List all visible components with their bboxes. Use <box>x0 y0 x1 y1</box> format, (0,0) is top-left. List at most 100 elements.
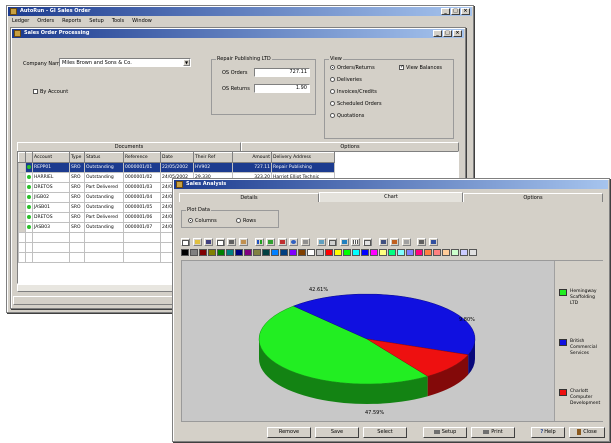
maximize-icon[interactable]: □ <box>443 30 452 37</box>
color-swatch[interactable] <box>370 249 378 256</box>
legend-icon[interactable] <box>339 238 349 246</box>
bar-chart-icon[interactable] <box>254 238 264 246</box>
col-header-account[interactable]: Account <box>32 152 70 163</box>
cut-icon[interactable] <box>227 238 237 246</box>
menu-ledger[interactable]: Ledger <box>12 18 29 24</box>
color-swatch[interactable] <box>208 249 216 256</box>
grid-icon[interactable] <box>351 238 361 246</box>
color-swatch[interactable] <box>352 249 360 256</box>
new-icon[interactable] <box>181 238 190 246</box>
col-header-reference[interactable]: Reference <box>123 152 161 163</box>
color-swatch[interactable] <box>388 249 396 256</box>
chevron-down-icon[interactable]: ▼ <box>183 59 190 66</box>
menu-window[interactable]: Window <box>132 18 152 24</box>
3d-icon[interactable] <box>300 238 310 246</box>
maximize-icon[interactable]: □ <box>451 8 460 15</box>
sales-order-titlebar[interactable]: Sales Order Processing _ □ × <box>12 29 464 38</box>
view-deliveries-radio[interactable]: Deliveries <box>330 77 362 83</box>
color-swatch[interactable] <box>316 249 324 256</box>
minimize-icon[interactable]: _ <box>441 8 450 15</box>
tab-documents[interactable]: Documents <box>17 142 241 151</box>
view-quotations-radio[interactable]: Quotations <box>330 113 364 119</box>
color-swatch[interactable] <box>280 249 288 256</box>
table-icon[interactable] <box>362 238 372 246</box>
save-icon[interactable] <box>204 238 214 246</box>
table-row[interactable]: REPP01 SRO Outstanding 0000001/01 22/05/2002… <box>18 162 335 173</box>
color-swatch[interactable] <box>424 249 432 256</box>
tab-chart[interactable]: Chart <box>319 192 463 202</box>
title-icon[interactable] <box>417 238 427 246</box>
color-swatch[interactable] <box>244 249 252 256</box>
color-swatch[interactable] <box>235 249 243 256</box>
save-button[interactable]: Save <box>315 427 359 438</box>
pie-chart-icon[interactable] <box>289 238 299 246</box>
tab-details[interactable]: Details <box>179 193 319 202</box>
color-swatch[interactable] <box>469 249 477 256</box>
tab-options[interactable]: Options <box>241 142 459 151</box>
color-swatch[interactable] <box>181 249 189 256</box>
color-swatch[interactable] <box>226 249 234 256</box>
minimize-icon[interactable]: _ <box>433 30 442 37</box>
line-chart-icon[interactable] <box>266 238 276 246</box>
col-header-delivery-address[interactable]: Delivery Address <box>271 152 335 163</box>
zoom-icon[interactable] <box>328 238 338 246</box>
menu-setup[interactable]: Setup <box>89 18 104 24</box>
color-swatch[interactable] <box>442 249 450 256</box>
color-swatch[interactable] <box>289 249 297 256</box>
color-swatch[interactable] <box>451 249 459 256</box>
color-swatch[interactable] <box>325 249 333 256</box>
plot-columns-radio[interactable]: Columns <box>188 218 217 224</box>
area-chart-icon[interactable] <box>277 238 287 246</box>
col-header-date[interactable]: Date <box>160 152 194 163</box>
analysis-titlebar[interactable]: Sales Analysis <box>174 180 608 189</box>
color-swatch[interactable] <box>433 249 441 256</box>
color-swatch[interactable] <box>307 249 315 256</box>
paste-icon[interactable] <box>238 238 248 246</box>
on-account-checkbox[interactable]: By Account <box>33 89 68 95</box>
color-swatch[interactable] <box>379 249 387 256</box>
view-scheduled-radio[interactable]: Scheduled Orders <box>330 101 382 107</box>
color-swatch[interactable] <box>262 249 270 256</box>
col-header-status[interactable]: Status <box>84 152 124 163</box>
color-swatch[interactable] <box>406 249 414 256</box>
col-header-their-ref[interactable]: Their Ref <box>193 152 233 163</box>
copy-icon[interactable] <box>215 238 225 246</box>
menu-reports[interactable]: Reports <box>62 18 81 24</box>
border-icon[interactable] <box>401 238 411 246</box>
col-header-type[interactable]: Type <box>69 152 85 163</box>
view-orders-returns-radio[interactable]: Orders/Returns <box>330 65 375 71</box>
color-swatch[interactable] <box>190 249 198 256</box>
main-titlebar[interactable]: AutoRun - GI Sales Order _ □ × <box>8 7 472 16</box>
color-swatch[interactable] <box>217 249 225 256</box>
color-swatch[interactable] <box>415 249 423 256</box>
view-invoices-radio[interactable]: Invoices/Credits <box>330 89 377 95</box>
plot-rows-radio[interactable]: Rows <box>236 218 256 224</box>
company-select[interactable]: Miles Brown and Sons & Co. ▼ <box>59 58 191 67</box>
color-swatch[interactable] <box>271 249 279 256</box>
close-button[interactable]: Close <box>569 427 605 438</box>
tab-options[interactable]: Options <box>463 193 603 202</box>
color-swatch[interactable] <box>253 249 261 256</box>
remove-button[interactable]: Remove <box>267 427 311 438</box>
color-swatch[interactable] <box>460 249 468 256</box>
color-swatch[interactable] <box>298 249 306 256</box>
view-balances-checkbox[interactable]: ✓ View Balances <box>399 65 442 71</box>
color-swatch[interactable] <box>397 249 405 256</box>
rotate-icon[interactable] <box>316 238 326 246</box>
open-icon[interactable] <box>192 238 202 246</box>
color-icon[interactable] <box>390 238 400 246</box>
close-icon[interactable]: × <box>461 8 470 15</box>
color-swatch[interactable] <box>199 249 207 256</box>
help-button[interactable]: ?Help <box>531 427 565 438</box>
close-icon[interactable]: × <box>453 30 462 37</box>
color-swatch[interactable] <box>334 249 342 256</box>
col-header-amount[interactable]: Amount <box>232 152 272 163</box>
select-button[interactable]: Select <box>363 427 407 438</box>
setup-button[interactable]: Setup <box>423 427 467 438</box>
print-button[interactable]: Print <box>471 427 515 438</box>
color-swatch[interactable] <box>361 249 369 256</box>
menu-tools[interactable]: Tools <box>112 18 124 24</box>
color-swatch[interactable] <box>343 249 351 256</box>
help-icon[interactable] <box>428 238 438 246</box>
menu-orders[interactable]: Orders <box>37 18 54 24</box>
